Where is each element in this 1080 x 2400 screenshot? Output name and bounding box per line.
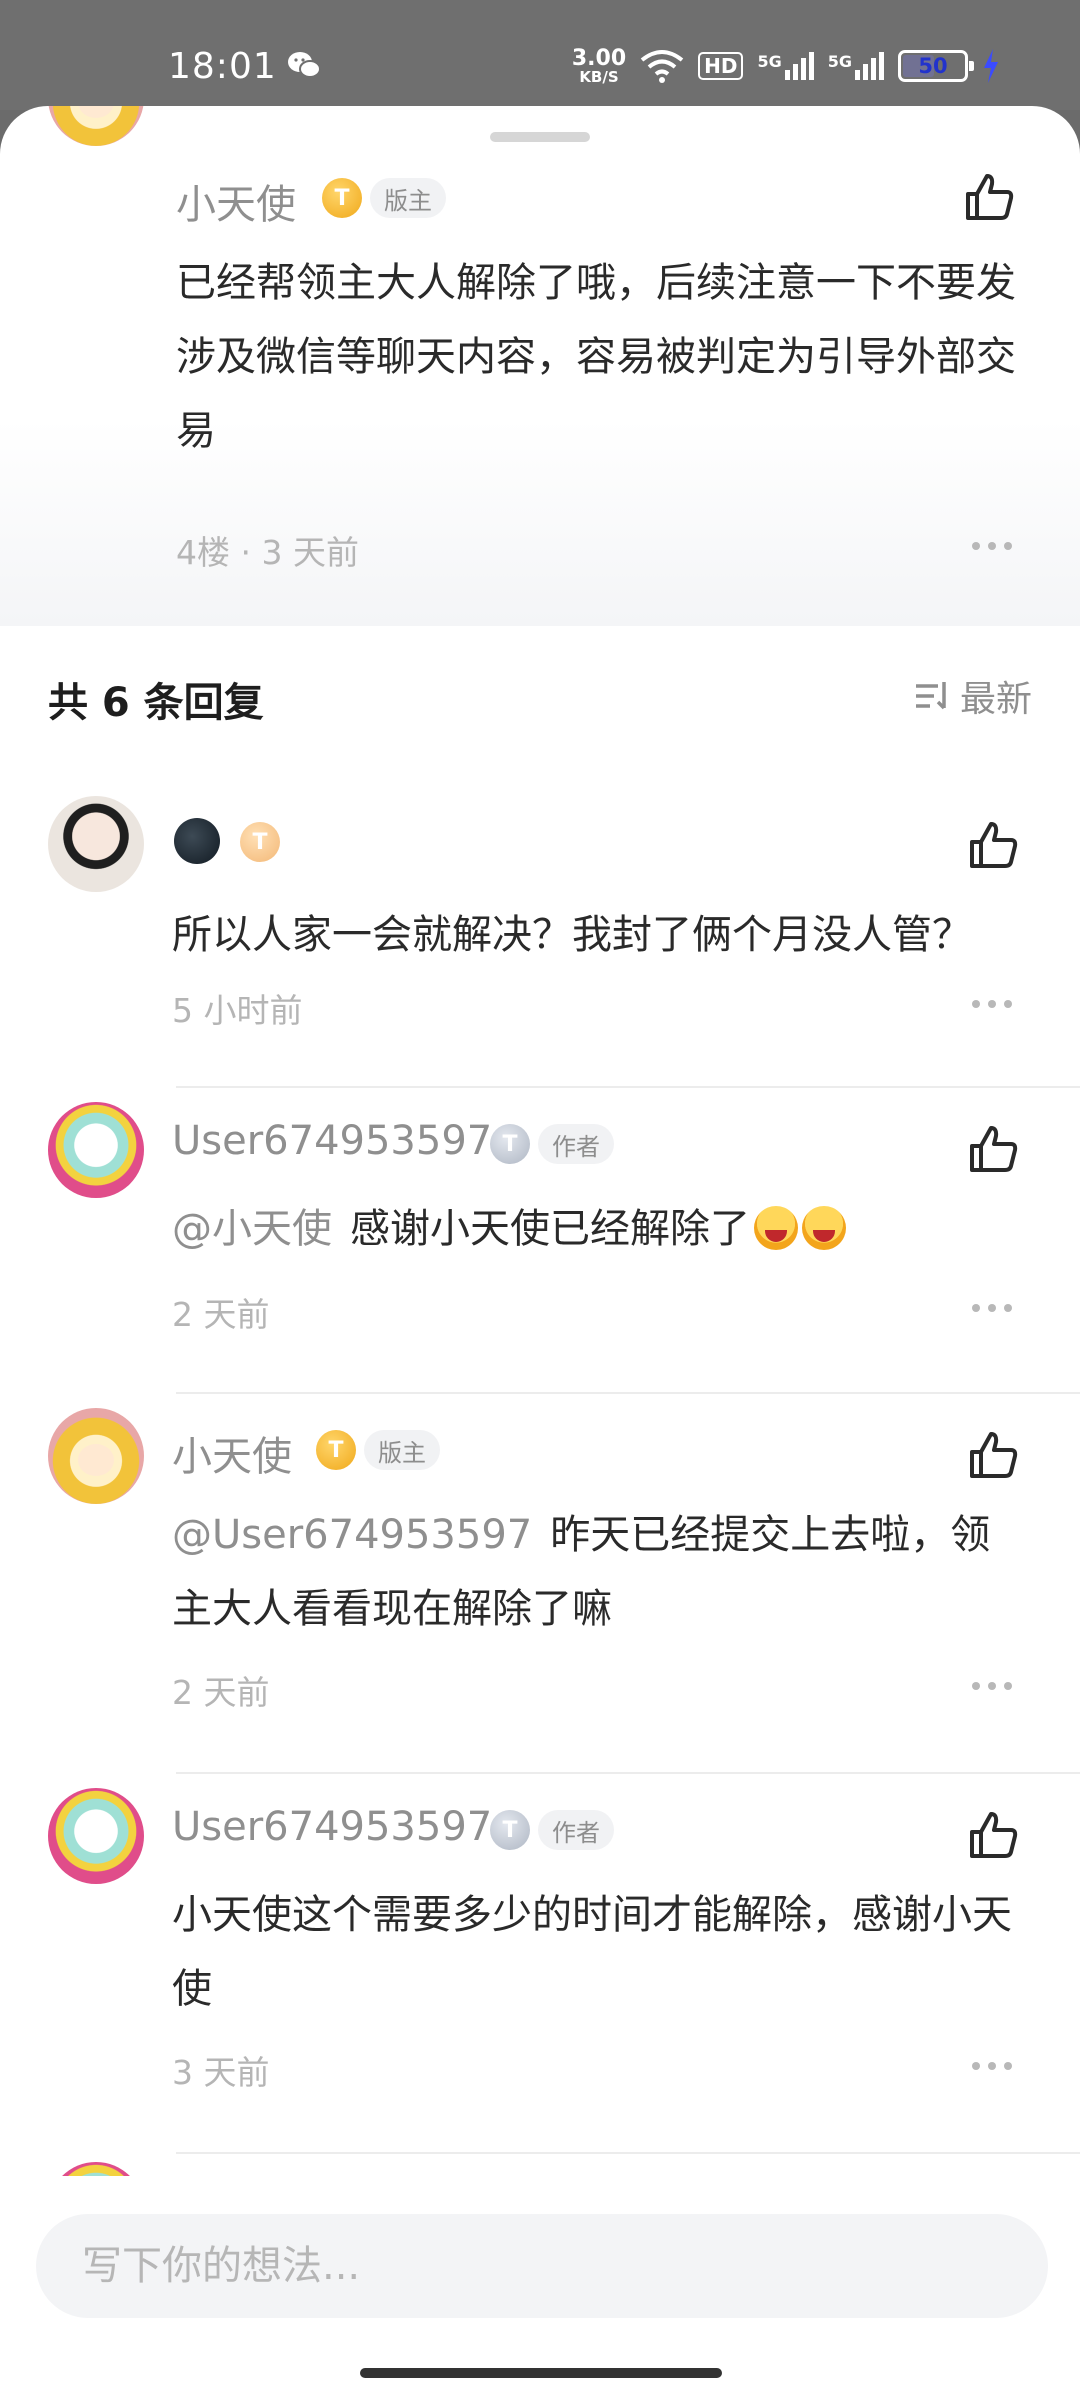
comment-text: 已经帮领主大人解除了哦，后续注意一下不要发涉及微信等聊天内容，容易被判定为引导外… — [176, 260, 1016, 454]
main-comment: 小天使 T 版主 已经帮领主大人解除了哦，后续注意一下不要发涉及微信等聊天内容，… — [0, 106, 1080, 626]
reply-time: 3 天前 — [172, 2053, 270, 2092]
more-dots-icon[interactable] — [972, 1000, 1012, 1010]
comment-input[interactable] — [36, 2214, 1048, 2318]
home-indicator[interactable] — [360, 2368, 722, 2378]
grin-emoji-icon — [802, 1206, 846, 1250]
role-tag: 作者 — [538, 1810, 614, 1850]
comment-composer-bar — [0, 2176, 1080, 2400]
reply-time: 2 天前 — [172, 1673, 270, 1712]
thumbs-up-icon[interactable] — [966, 818, 1020, 872]
avatar[interactable] — [48, 106, 144, 146]
level-badge: T — [490, 1810, 530, 1850]
reply-text: 所以人家一会就解决？我封了俩个月没人管？ — [172, 912, 972, 958]
reply-item: User674953597 T 作者 小天使这个需要多少的时间才能解除，感谢小天… — [0, 1778, 1080, 2158]
net-speed: 3.00 KB/S — [571, 45, 627, 86]
charging-icon — [984, 49, 998, 83]
reply-text: 小天使这个需要多少的时间才能解除，感谢小天使 — [172, 1892, 1012, 2012]
sort-icon — [915, 682, 946, 710]
divider — [176, 2152, 1080, 2154]
wechat-icon — [288, 52, 321, 78]
thumbs-up-icon[interactable] — [962, 170, 1016, 224]
avatar[interactable] — [48, 796, 144, 892]
divider — [176, 1086, 1080, 1088]
hd-badge: HD — [698, 52, 744, 80]
thumbs-up-icon[interactable] — [966, 1808, 1020, 1862]
mention[interactable]: @User674953597 — [172, 1512, 532, 1558]
comment-sheet: 小天使 T 版主 已经帮领主大人解除了哦，后续注意一下不要发涉及微信等聊天内容，… — [0, 106, 1080, 2400]
reply-text: @User674953597 昨天已经提交上去啦，领主大人看看现在解除了嘛 — [172, 1512, 991, 1632]
username[interactable]: 小天使 — [172, 1424, 292, 1482]
role-tag: 版主 — [364, 1430, 440, 1470]
divider — [176, 1772, 1080, 1774]
grin-emoji-icon — [754, 1206, 798, 1250]
more-dots-icon[interactable] — [972, 1682, 1012, 1692]
mention[interactable]: @小天使 — [172, 1206, 332, 1252]
reply-item: User674953597 T 作者 @小天使 感谢小天使已经解除了 2 天前 — [0, 1092, 1080, 1398]
avatar[interactable] — [48, 1102, 144, 1198]
comment-meta: 4楼 · 3 天前 — [176, 533, 359, 572]
level-badge: T — [322, 178, 362, 218]
replies-count-title: 共 6 条回复 — [48, 680, 264, 726]
avatar[interactable] — [48, 1408, 144, 1504]
more-dots-icon[interactable] — [972, 1304, 1012, 1314]
sort-button[interactable]: 最新 — [914, 670, 1032, 722]
level-badge: T — [490, 1124, 530, 1164]
reply-time: 2 天前 — [172, 1295, 270, 1334]
role-tag: 作者 — [538, 1124, 614, 1164]
more-dots-icon[interactable] — [972, 542, 1012, 552]
thumbs-up-icon[interactable] — [966, 1428, 1020, 1482]
signal-sim1-icon: 5G — [757, 52, 814, 80]
more-dots-icon[interactable] — [972, 2062, 1012, 2072]
reply-item: T 所以人家一会就解决？我封了俩个月没人管？ 5 小时前 — [0, 786, 1080, 1092]
username[interactable]: 小天使 — [176, 172, 296, 230]
status-time: 18:01 — [168, 46, 277, 87]
replies-header: 共 6 条回复 最新 — [0, 626, 1080, 776]
avatar[interactable] — [48, 1788, 144, 1884]
username-dark-icon[interactable] — [174, 818, 220, 864]
wifi-icon — [640, 50, 684, 83]
sheet-drag-handle[interactable] — [490, 132, 590, 142]
signal-sim2-icon: 5G — [828, 52, 884, 80]
level-badge: T — [240, 822, 280, 862]
role-tag: 版主 — [370, 178, 446, 218]
divider — [176, 1392, 1080, 1394]
status-bar: 18:01 3.00 KB/S HD 5G 5G 50 — [0, 0, 1080, 110]
sort-label: 最新 — [959, 679, 1032, 720]
thumbs-up-icon[interactable] — [966, 1122, 1020, 1176]
reply-time: 5 小时前 — [172, 991, 303, 1030]
username[interactable]: User674953597 — [172, 1804, 492, 1850]
reply-text: @小天使 感谢小天使已经解除了 — [172, 1192, 1042, 1266]
username[interactable]: User674953597 — [172, 1118, 492, 1164]
reply-item: 小天使 T 版主 @User674953597 昨天已经提交上去啦，领主大人看看现… — [0, 1398, 1080, 1778]
battery-indicator: 50 — [898, 50, 974, 82]
level-badge: T — [316, 1430, 356, 1470]
